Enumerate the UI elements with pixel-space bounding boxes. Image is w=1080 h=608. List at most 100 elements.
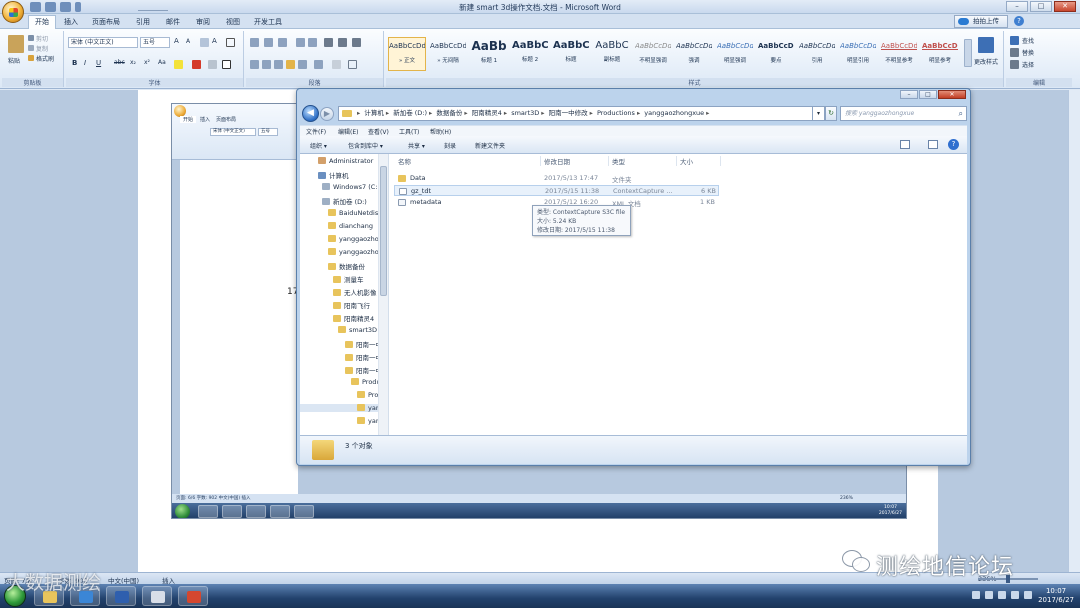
- breadcrumb-item[interactable]: Productions: [597, 109, 635, 117]
- char-border-icon[interactable]: [226, 38, 235, 47]
- style-no-spacing[interactable]: AaBbCcDd » 无间隔: [429, 37, 467, 71]
- column-header-size[interactable]: 大小: [680, 156, 693, 166]
- find-label[interactable]: 查找: [1022, 36, 1034, 45]
- cut-label[interactable]: 剪切: [36, 34, 48, 43]
- address-bar[interactable]: ▸ 计算机 ▸ 新加卷 (D:) ▸ 数据备份 ▸ 阳南精灵4 ▸ smart3D ▸ 阳…: [338, 106, 813, 121]
- share-upload-button[interactable]: 拍拍上传: [954, 15, 1008, 28]
- help-icon[interactable]: ?: [1014, 16, 1024, 26]
- menu-tools[interactable]: 工具(T): [399, 127, 419, 136]
- tray-icon[interactable]: [972, 591, 980, 599]
- change-styles-label[interactable]: 更改样式: [974, 57, 998, 66]
- preview-pane-icon[interactable]: [928, 140, 938, 149]
- style-normal[interactable]: AaBbCcDd » 正文: [388, 37, 426, 71]
- font-color-icon[interactable]: [192, 60, 201, 69]
- style-strong[interactable]: AaBbCcDd 要点: [757, 37, 795, 71]
- nav-item-drive-d[interactable]: 新加卷 (D:): [322, 196, 367, 206]
- paste-label[interactable]: 粘贴: [8, 56, 20, 65]
- align-center-icon[interactable]: [262, 60, 271, 69]
- new-folder-button[interactable]: 新建文件夹: [475, 141, 505, 150]
- menu-file[interactable]: 文件(F): [306, 127, 326, 136]
- nav-item-folder[interactable]: 测量车: [333, 274, 364, 284]
- shading-icon[interactable]: [332, 60, 341, 69]
- font-name-select[interactable]: 宋体 (中文正文): [68, 37, 138, 48]
- column-divider[interactable]: [676, 156, 677, 166]
- tab-page-layout[interactable]: 页面布局: [86, 16, 126, 28]
- align-right-icon[interactable]: [274, 60, 283, 69]
- tab-insert[interactable]: 插入: [58, 16, 84, 28]
- nav-scroll-thumb[interactable]: [380, 166, 387, 296]
- copy-label[interactable]: 复制: [36, 44, 48, 53]
- style-heading-1[interactable]: AaBb 标题 1: [470, 37, 508, 71]
- explorer-maximize-button[interactable]: □: [919, 90, 937, 99]
- column-divider[interactable]: [720, 156, 721, 166]
- bold-button[interactable]: B: [72, 59, 77, 67]
- breadcrumb-item[interactable]: 阳南一中修改: [549, 109, 588, 117]
- column-header-date[interactable]: 修改日期: [544, 156, 570, 166]
- address-dropdown-icon[interactable]: ▾: [813, 106, 825, 121]
- taskbar-clock[interactable]: 10:07 2017/6/27: [1038, 587, 1074, 605]
- nav-scrollbar[interactable]: [378, 154, 388, 435]
- taskbar-word[interactable]: [106, 586, 136, 606]
- show-marks-icon[interactable]: [352, 38, 361, 47]
- format-painter-icon[interactable]: [28, 55, 34, 61]
- style-intense-quote[interactable]: AaBbCcDd 明显引用: [839, 37, 877, 71]
- back-button[interactable]: ◀: [302, 105, 319, 122]
- distribute-icon[interactable]: [298, 60, 307, 69]
- office-button[interactable]: [2, 1, 24, 23]
- numbering-icon[interactable]: [264, 38, 273, 47]
- style-subtle-emphasis[interactable]: AaBbCcDd 不明显强调: [634, 37, 672, 71]
- superscript-button[interactable]: x²: [144, 59, 150, 66]
- share-with-button[interactable]: 共享 ▾: [408, 141, 425, 150]
- nav-item-administrator[interactable]: Administrator: [318, 157, 373, 165]
- nav-item-folder[interactable]: dianchang: [328, 222, 373, 230]
- minimize-button[interactable]: –: [1006, 1, 1028, 12]
- breadcrumb-item[interactable]: 计算机: [364, 109, 384, 117]
- change-view-icon[interactable]: [900, 140, 910, 149]
- sort-icon[interactable]: [338, 38, 347, 47]
- nav-item-folder[interactable]: 阳南一中: [345, 352, 382, 362]
- organize-button[interactable]: 组织 ▾: [310, 141, 327, 150]
- underline-button[interactable]: U: [96, 59, 101, 67]
- vertical-scrollbar[interactable]: [1068, 90, 1080, 572]
- cut-icon[interactable]: [28, 35, 34, 41]
- style-heading-2[interactable]: AaBbC 标题 2: [511, 37, 549, 71]
- select-icon[interactable]: [1010, 60, 1019, 69]
- breadcrumb-item[interactable]: 新加卷 (D:): [393, 109, 427, 117]
- highlight-icon[interactable]: [174, 60, 183, 69]
- nav-item-selected[interactable]: yanggaozhongxue: [300, 404, 388, 412]
- refresh-icon[interactable]: ↻: [825, 106, 837, 121]
- breadcrumb-item[interactable]: 阳南精灵4: [472, 109, 502, 117]
- menu-edit[interactable]: 编辑(E): [338, 127, 358, 136]
- burn-button[interactable]: 刻录: [444, 141, 456, 150]
- nav-item-folder[interactable]: 阳南一中: [345, 339, 382, 349]
- column-divider[interactable]: [608, 156, 609, 166]
- change-styles-icon[interactable]: [978, 37, 994, 53]
- taskbar-app[interactable]: [142, 586, 172, 606]
- change-case-button[interactable]: Aa: [158, 59, 166, 66]
- style-intense-emphasis[interactable]: AaBbCcDd 明显强调: [716, 37, 754, 71]
- replace-label[interactable]: 替换: [1022, 48, 1034, 57]
- clear-format-icon[interactable]: [200, 38, 209, 47]
- increase-indent-icon[interactable]: [308, 38, 317, 47]
- decrease-indent-icon[interactable]: [296, 38, 305, 47]
- include-in-library-button[interactable]: 包含到库中 ▾: [348, 141, 383, 150]
- column-header-name[interactable]: 名称: [398, 156, 411, 166]
- chinese-layout-icon[interactable]: [324, 38, 333, 47]
- borders-icon[interactable]: [348, 60, 357, 69]
- shrink-font-button[interactable]: A: [186, 38, 190, 45]
- tab-view[interactable]: 视图: [220, 16, 246, 28]
- nav-item-folder[interactable]: 阳南精灵4: [333, 313, 374, 323]
- maximize-button[interactable]: □: [1030, 1, 1052, 12]
- nav-item-drive-c[interactable]: Windows7 (C:): [322, 183, 380, 191]
- search-icon[interactable]: ⌕: [959, 109, 963, 118]
- file-row[interactable]: Data 2017/5/13 17:47 文件夹: [394, 173, 719, 184]
- format-painter-label[interactable]: 格式刷: [36, 54, 54, 63]
- grow-font-button[interactable]: A: [174, 37, 179, 45]
- italic-button[interactable]: I: [84, 59, 86, 67]
- tab-references[interactable]: 引用: [130, 16, 156, 28]
- styles-scroll-icon[interactable]: [964, 39, 972, 67]
- search-input[interactable]: 搜索 yanggaozhongxue ⌕: [840, 106, 967, 121]
- select-label[interactable]: 选择: [1022, 60, 1034, 69]
- file-row[interactable]: gz_tdt 2017/5/15 11:38 ContextCapture ..…: [394, 185, 719, 196]
- nav-item-folder[interactable]: 数据备份: [328, 261, 365, 271]
